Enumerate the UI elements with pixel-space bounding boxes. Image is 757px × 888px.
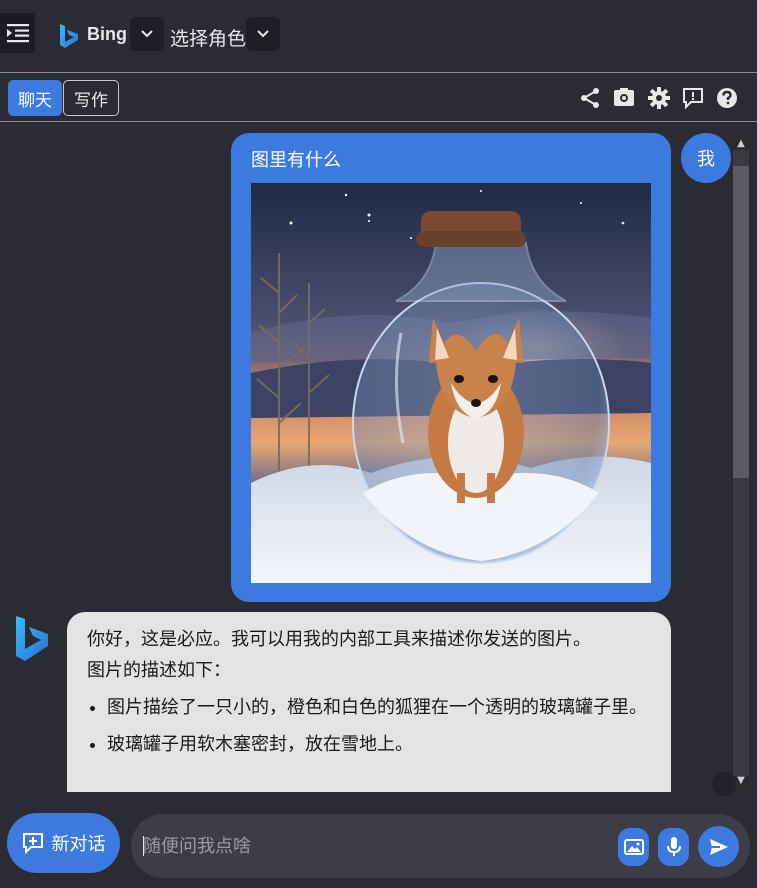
screenshot-button[interactable] <box>611 85 637 111</box>
scroll-thumb[interactable] <box>733 166 749 478</box>
new-chat-icon <box>22 833 43 854</box>
message-input-container <box>131 814 750 878</box>
gear-icon <box>648 87 670 109</box>
sidebar-toggle-button[interactable] <box>0 13 35 53</box>
bing-logo-icon <box>60 24 78 48</box>
bot-intro-text: 你好，这是必应。我可以用我的内部工具来描述你发送的图片。 <box>87 629 591 650</box>
send-icon <box>709 838 728 855</box>
voice-input-button[interactable] <box>658 828 689 866</box>
list-item: 图片描绘了一只小的，橙色和白色的狐狸在一个透明的玻璃罐子里。 <box>107 692 651 723</box>
chevron-down-icon <box>141 30 153 38</box>
feedback-icon <box>683 88 703 109</box>
menu-indent-icon <box>6 24 29 43</box>
user-avatar: 我 <box>681 133 731 183</box>
chevron-down-icon <box>257 30 269 38</box>
new-chat-button[interactable]: 新对话 <box>7 813 120 873</box>
microphone-icon <box>666 837 681 856</box>
role-selector-label[interactable]: 选择角色 <box>170 24 246 51</box>
composer-bar: 新对话 <box>0 804 757 888</box>
help-button[interactable] <box>714 85 740 111</box>
tab-write[interactable]: 写作 <box>63 80 119 116</box>
image-icon <box>623 839 644 855</box>
new-chat-label: 新对话 <box>51 834 106 855</box>
bot-intro-text-2: 图片的描述如下： <box>87 660 231 681</box>
list-item: 玻璃罐子用软木塞密封，放在雪地上。 <box>107 729 651 760</box>
tab-chat[interactable]: 聊天 <box>8 80 62 116</box>
share-button[interactable] <box>577 85 603 111</box>
scroll-up-arrow-icon[interactable]: ▲ <box>734 138 748 150</box>
text-caret <box>143 836 144 856</box>
role-dropdown-button[interactable] <box>246 17 280 51</box>
settings-button[interactable] <box>646 85 672 111</box>
app-name: Bing <box>87 24 127 44</box>
fox-in-jar-image <box>251 183 651 583</box>
message-input[interactable] <box>143 828 613 864</box>
share-icon <box>581 88 599 108</box>
bot-bullet-list: 图片描绘了一只小的，橙色和白色的狐狸在一个透明的玻璃罐子里。 玻璃罐子用软木塞密… <box>107 692 651 760</box>
screenshot-icon <box>614 88 634 106</box>
bing-avatar-icon <box>16 616 48 661</box>
attached-image[interactable] <box>251 183 651 583</box>
chat-area[interactable]: 图里有什么 我 你好，这是必应。我可以用我的内部工具来描述你发送的图片。 图片的… <box>0 122 757 792</box>
bot-message-bubble: 你好，这是必应。我可以用我的内部工具来描述你发送的图片。 图片的描述如下： 图片… <box>67 612 671 792</box>
feedback-button[interactable] <box>680 85 706 111</box>
send-button[interactable] <box>698 826 739 867</box>
scroll-to-bottom-button[interactable] <box>712 772 736 796</box>
scroll-down-arrow-icon[interactable]: ▼ <box>734 775 748 787</box>
user-message-text: 图里有什么 <box>251 150 341 171</box>
top-bar: Bing 选择角色 <box>0 0 757 72</box>
mode-tabs-bar: 聊天 写作 <box>0 73 757 121</box>
app-dropdown-button[interactable] <box>130 17 164 51</box>
help-icon <box>717 88 737 108</box>
image-upload-button[interactable] <box>618 828 649 866</box>
user-message-bubble: 图里有什么 <box>231 133 671 602</box>
